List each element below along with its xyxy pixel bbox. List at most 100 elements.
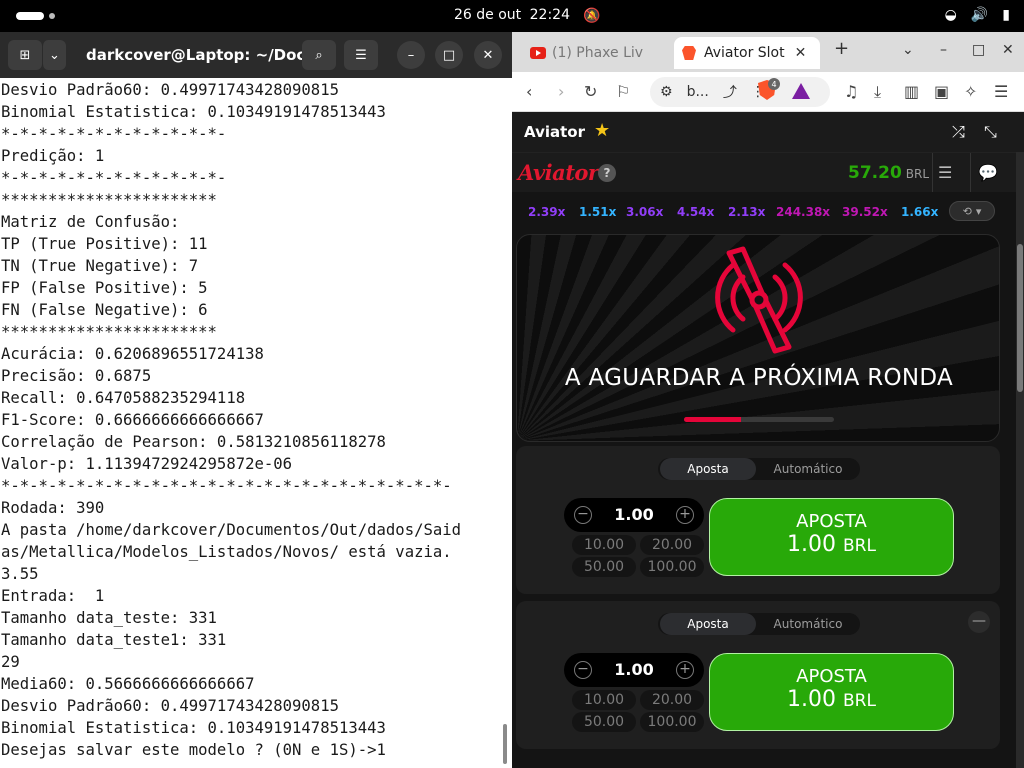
browser-menu-icon[interactable]: ☰ <box>994 82 1008 101</box>
clock-time: 22:24 <box>529 7 570 23</box>
favorite-star-icon[interactable]: ★ <box>594 120 610 141</box>
decrease-button[interactable]: − <box>574 506 592 524</box>
close-icon: ✕ <box>482 47 494 63</box>
collapse-icon[interactable]: ⤡ <box>984 122 997 142</box>
bet-amount-value[interactable]: 1.00 <box>604 660 664 679</box>
brave-rewards-icon[interactable] <box>792 83 810 99</box>
new-tab-icon: ⊞ <box>19 47 31 63</box>
minimize-button[interactable]: – <box>397 41 425 69</box>
chevron-down-icon: ▾ <box>975 204 982 218</box>
terminal-header: ⊞ ⌄ darkcover@Laptop: ~/Doc... ⌕ ☰ – □ ✕ <box>0 32 512 78</box>
browser-window: (1) Phaxe Liv Aviator Slot ✕ + ⌄ – □ ✕ ‹… <box>512 32 1024 768</box>
round-progress-bar <box>684 417 834 422</box>
place-bet-button[interactable]: APOSTA 1.00 BRL <box>709 653 954 731</box>
maximize-icon[interactable]: □ <box>972 42 985 58</box>
notifications-muted-icon: 🔕 <box>583 8 601 24</box>
media-icon[interactable]: ♫ <box>844 82 858 101</box>
quick-amount-button[interactable]: 100.00 <box>640 557 704 577</box>
download-icon[interactable]: ⤓ <box>874 82 881 102</box>
youtube-icon <box>530 47 546 59</box>
quick-amount-button[interactable]: 10.00 <box>572 690 636 710</box>
system-tray[interactable]: ◒ 🔊 ▮ <box>945 7 1010 23</box>
clock[interactable]: 26 de out 22:24 <box>0 7 1024 23</box>
history-multiplier: 4.54x <box>677 205 715 219</box>
url-text: b... <box>686 84 709 100</box>
tab-close-icon[interactable]: ✕ <box>795 45 807 61</box>
terminal-output[interactable]: Desvio Padrão60: 0.49971743428090815 Bino… <box>1 79 501 761</box>
balance-amount: 57.20 <box>848 163 902 183</box>
minimize-icon[interactable]: – <box>940 42 947 58</box>
sidebar-icon[interactable]: ▥ <box>904 82 919 101</box>
bet-panel: Aposta Automático − 1.00 + 10.00 20.00 5… <box>516 446 1000 594</box>
help-button[interactable]: ? <box>598 164 616 182</box>
bet-button-value: 1.00 <box>787 687 837 712</box>
close-button[interactable]: ✕ <box>474 41 502 69</box>
remove-panel-button[interactable]: — <box>968 611 990 633</box>
bet-button-title: APOSTA <box>796 511 867 532</box>
share-icon[interactable]: ⤴ <box>723 82 737 102</box>
divider <box>970 153 971 193</box>
tab-bet[interactable]: Aposta <box>660 458 756 480</box>
terminal-title: darkcover@Laptop: ~/Doc... <box>86 46 323 64</box>
propeller-icon <box>715 246 803 354</box>
bookmark-icon[interactable]: ⚐ <box>616 82 630 101</box>
terminal-line: Acurácia: 0.6206896551724138 <box>1 345 264 363</box>
terminal-line: Desejas salvar este modelo ? (0N e 1S)->… <box>1 741 386 759</box>
terminal-line: Desvio Padrão60: 0.49971743428090815 <box>1 81 339 99</box>
volume-icon: 🔊 <box>970 7 989 23</box>
quick-amount-button[interactable]: 10.00 <box>572 535 636 555</box>
close-icon[interactable]: ✕ <box>1002 42 1014 58</box>
tab-youtube[interactable]: (1) Phaxe Liv <box>522 37 672 69</box>
terminal-line: Tamanho data_teste1: 331 <box>1 631 227 649</box>
terminal-scrollbar[interactable] <box>503 724 507 764</box>
bet-amount-value[interactable]: 1.00 <box>604 505 664 524</box>
browser-scrollbar[interactable] <box>1016 152 1024 768</box>
reload-icon[interactable]: ↻ <box>584 82 597 101</box>
scrollbar-thumb[interactable] <box>1017 244 1023 392</box>
browser-toolbar: ‹ › ↻ ⚐ ⚙ b... ⤴ ⋮ 4 ♫ ⤓ ▥ ▣ ✧ ☰ <box>512 72 1024 112</box>
tab-list-chevron-icon[interactable]: ⌄ <box>902 42 914 58</box>
new-tab-plus-icon[interactable]: + <box>834 38 849 59</box>
maximize-button[interactable]: □ <box>435 41 463 69</box>
wallet-icon[interactable]: ▣ <box>934 82 949 101</box>
tab-auto[interactable]: Automático <box>758 458 858 480</box>
place-bet-button[interactable]: APOSTA 1.00 BRL <box>709 498 954 576</box>
shuffle-icon[interactable]: ⤮ <box>952 122 965 142</box>
terminal-line: *-*-*-*-*-*-*-*-*-*-*-*- <box>1 125 227 143</box>
decrease-button[interactable]: − <box>574 661 592 679</box>
history-toggle-button[interactable]: ⟲ ▾ <box>949 201 995 221</box>
increase-button[interactable]: + <box>676 506 694 524</box>
terminal-line: as/Metallica/Modelos_Listados/Novos/ est… <box>1 543 452 561</box>
terminal-line: TN (True Negative): 7 <box>1 257 199 275</box>
tab-bet[interactable]: Aposta <box>660 613 756 635</box>
tab-menu-button[interactable]: ⌄ <box>42 40 66 70</box>
quick-amount-button[interactable]: 100.00 <box>640 712 704 732</box>
quick-amount-button[interactable]: 50.00 <box>572 557 636 577</box>
terminal-line: Predição: 1 <box>1 147 105 165</box>
chat-icon[interactable]: 💬 <box>978 163 998 182</box>
hamburger-menu-button[interactable]: ☰ <box>344 40 378 70</box>
search-button[interactable]: ⌕ <box>302 40 336 70</box>
terminal-line: TP (True Positive): 11 <box>1 235 208 253</box>
back-icon[interactable]: ‹ <box>526 82 532 101</box>
chevron-down-icon: ⌄ <box>49 47 60 63</box>
history-multiplier: 1.66x <box>901 205 939 219</box>
terminal-line: Valor-p: 1.1139472924295872e-06 <box>1 455 293 473</box>
quick-amount-button[interactable]: 20.00 <box>640 535 704 555</box>
tab-auto[interactable]: Automático <box>758 613 858 635</box>
quick-amount-button[interactable]: 50.00 <box>572 712 636 732</box>
quick-amount-button[interactable]: 20.00 <box>640 690 704 710</box>
increase-button[interactable]: + <box>676 661 694 679</box>
bet-button-currency: BRL <box>843 691 876 711</box>
leo-ai-icon[interactable]: ✧ <box>964 82 977 101</box>
terminal-line: Binomial Estatistica: 0.1034919147851344… <box>1 103 386 121</box>
terminal-line: F1-Score: 0.6666666666666667 <box>1 411 264 429</box>
forward-icon[interactable]: › <box>558 82 564 101</box>
hamburger-menu-icon[interactable]: ☰ <box>938 163 952 182</box>
bet-panel: Aposta Automático — − 1.00 + 10.00 20.00… <box>516 601 1000 749</box>
history-multiplier: 2.13x <box>728 205 766 219</box>
new-tab-button[interactable]: ⊞ <box>8 40 42 70</box>
history-multiplier: 39.52x <box>842 205 888 219</box>
tab-aviator[interactable]: Aviator Slot ✕ <box>674 37 820 69</box>
clock-date: 26 de out <box>454 7 522 23</box>
